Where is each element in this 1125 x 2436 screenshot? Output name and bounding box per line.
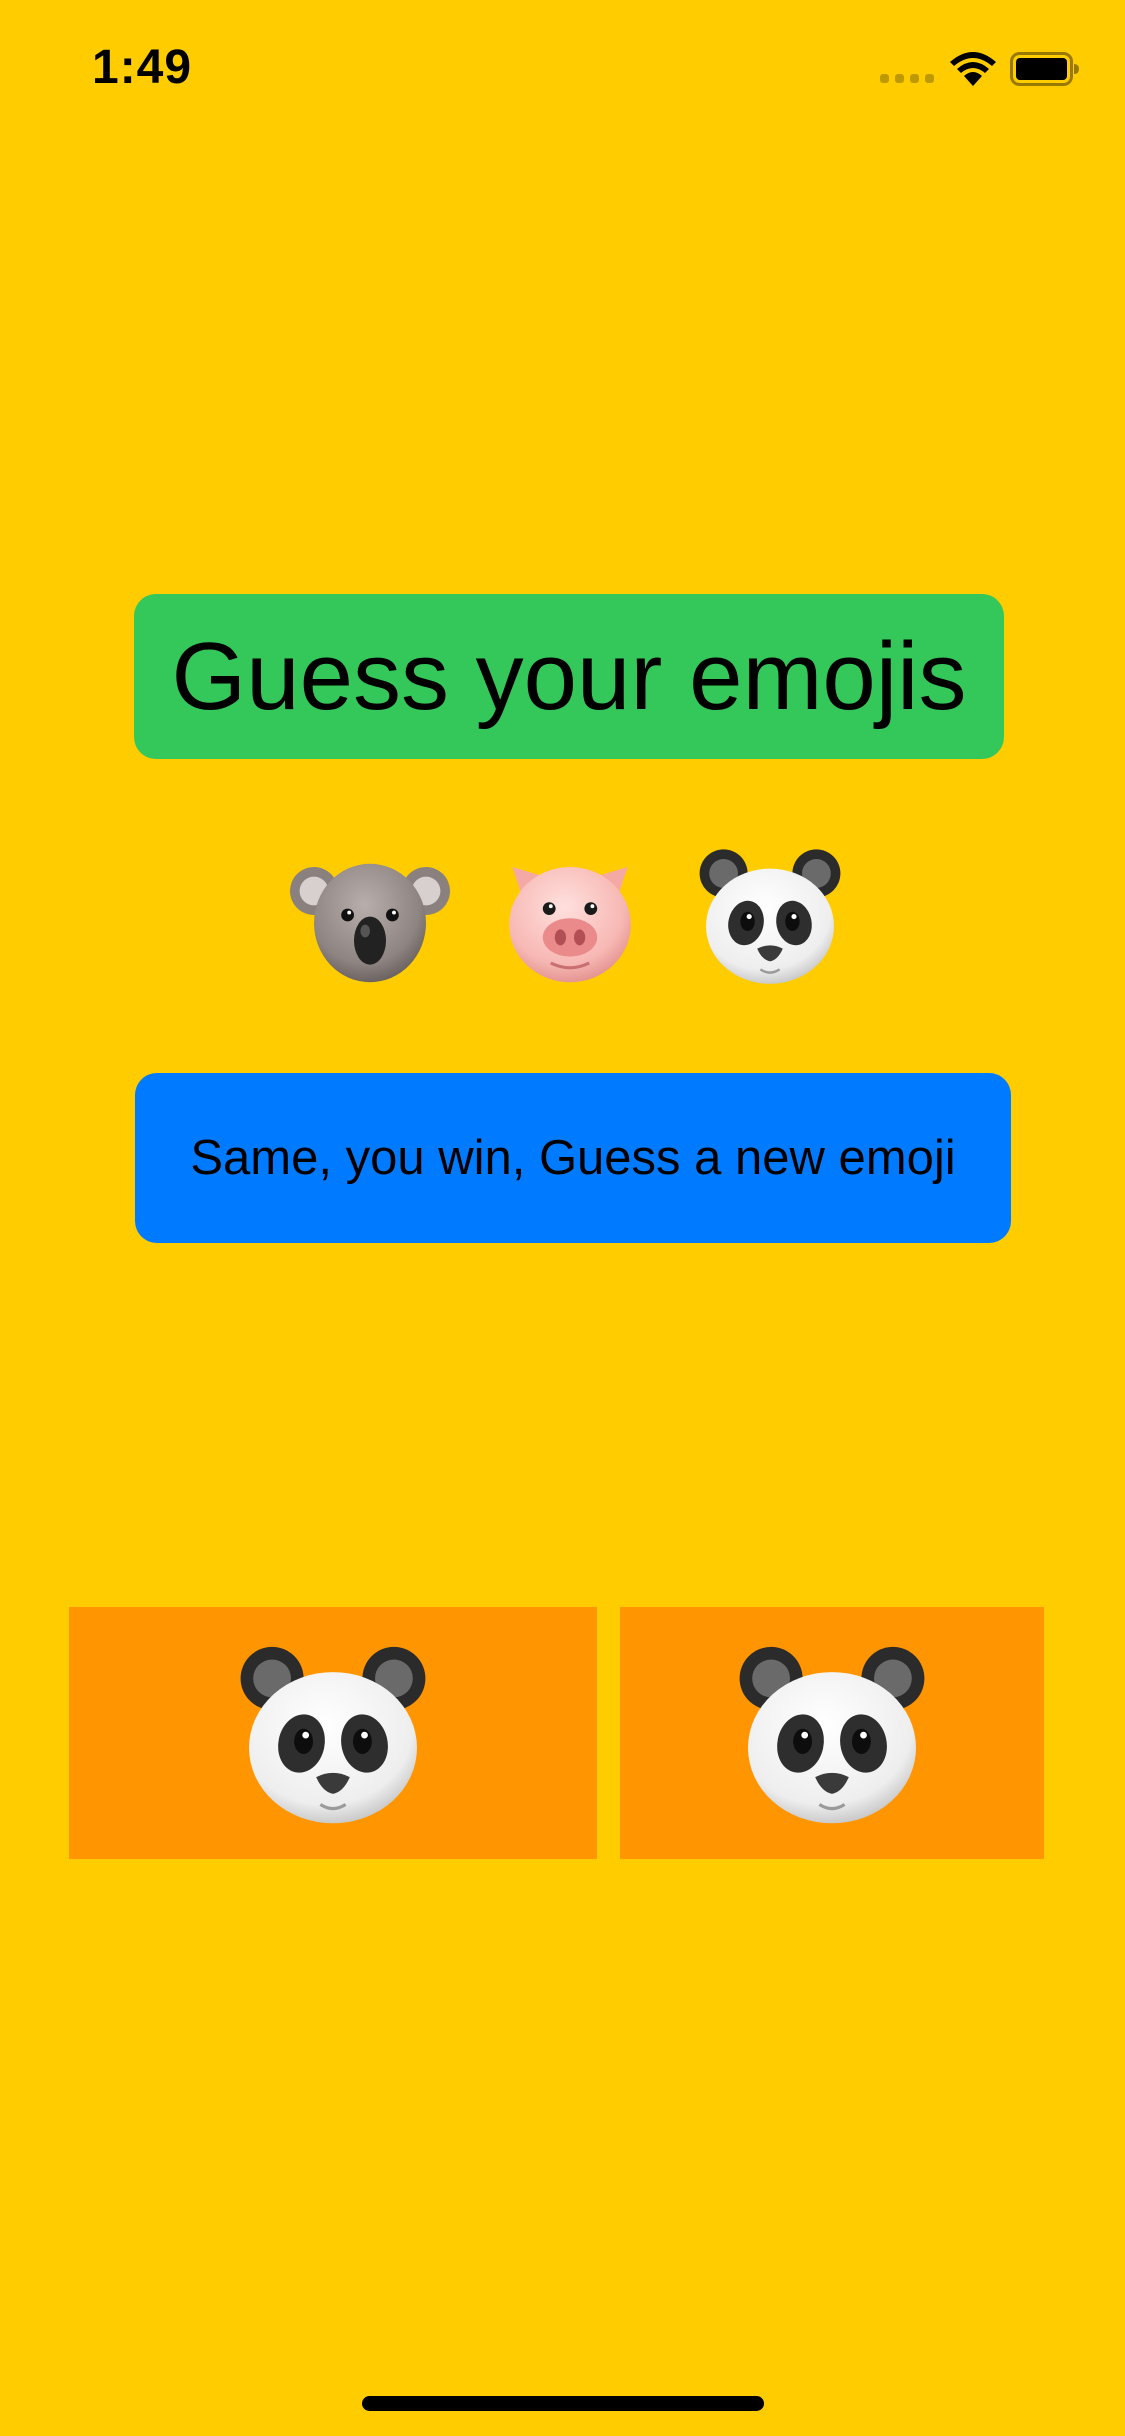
panda-icon <box>228 1628 438 1838</box>
right-emoji-button[interactable] <box>620 1607 1044 1859</box>
status-time: 1:49 <box>92 41 193 94</box>
koala-icon <box>290 835 450 995</box>
result-message: Same, you win, Guess a new emoji <box>190 1131 956 1185</box>
pig-icon <box>490 835 650 995</box>
left-emoji-button[interactable] <box>69 1607 597 1859</box>
cellular-signal-icon <box>880 74 934 83</box>
result-banner: Same, you win, Guess a new emoji <box>135 1073 1011 1243</box>
panda-icon <box>690 835 850 995</box>
home-indicator[interactable] <box>362 2396 764 2411</box>
battery-icon <box>1010 52 1079 86</box>
emoji-row <box>290 835 850 995</box>
title-banner: Guess your emojis <box>134 594 1004 759</box>
status-bar: 1:49 <box>0 0 1125 140</box>
page-title: Guess your emojis <box>171 622 967 730</box>
panda-icon <box>727 1628 937 1838</box>
wifi-icon <box>950 52 996 86</box>
